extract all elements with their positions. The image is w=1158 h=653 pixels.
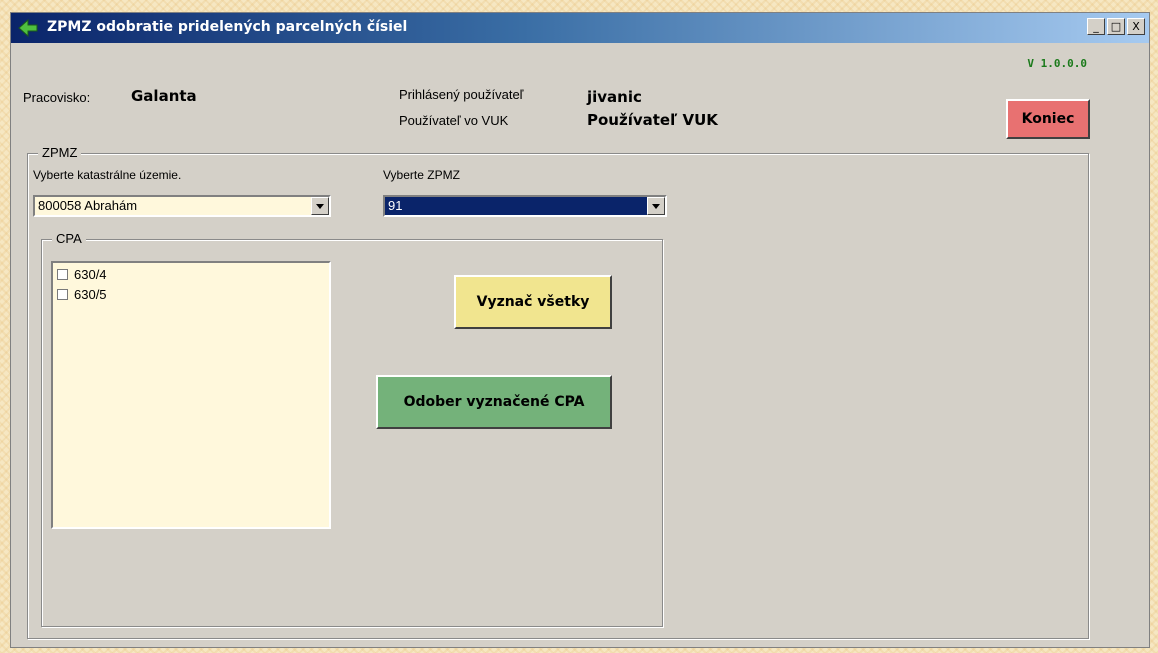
window-title: ZPMZ odobratie pridelených parcelných čí…	[47, 19, 408, 35]
checkbox[interactable]	[57, 289, 68, 300]
zpmz-group-title: ZPMZ	[38, 145, 82, 160]
vuk-user-label: Používateľ vo VUK	[399, 113, 509, 128]
app-arrow-icon	[18, 18, 38, 38]
logged-user-label: Prihlásený používateľ	[399, 87, 524, 102]
maximize-button[interactable]: □	[1107, 18, 1125, 35]
select-all-button[interactable]: Vyznač všetky	[454, 275, 612, 329]
cadastral-select[interactable]: 800058 Abrahám	[33, 195, 331, 217]
chevron-down-icon[interactable]	[647, 197, 665, 215]
chevron-down-icon[interactable]	[311, 197, 329, 215]
cadastral-selected-value: 800058 Abrahám	[38, 198, 138, 213]
zpmz-label: Vyberte ZPMZ	[383, 168, 460, 182]
main-window: ZPMZ odobratie pridelených parcelných čí…	[10, 12, 1150, 648]
cpa-group-title: CPA	[52, 231, 86, 246]
version-label: V 1.0.0.0	[1027, 57, 1087, 70]
minimize-button[interactable]: _	[1087, 18, 1105, 35]
logged-user-value: jivanic	[587, 88, 642, 106]
cadastral-label: Vyberte katastrálne územie.	[33, 168, 182, 182]
list-item[interactable]: 630/5	[53, 286, 329, 303]
remove-selected-cpa-button[interactable]: Odober vyznačené CPA	[376, 375, 612, 429]
window-controls: _ □ X	[1087, 18, 1145, 35]
list-item[interactable]: 630/4	[53, 266, 329, 283]
close-button[interactable]: X	[1127, 18, 1145, 35]
cpa-checklist[interactable]: 630/4 630/5	[51, 261, 331, 529]
zpmz-selected-value: 91	[388, 198, 403, 213]
vuk-user-value: Používateľ VUK	[587, 111, 718, 129]
workplace-value: Galanta	[131, 87, 197, 105]
list-item-label: 630/5	[74, 287, 107, 302]
workplace-label: Pracovisko:	[23, 90, 91, 105]
list-item-label: 630/4	[74, 267, 107, 282]
title-bar[interactable]: ZPMZ odobratie pridelených parcelných čí…	[11, 13, 1149, 43]
zpmz-select[interactable]: 91	[383, 195, 667, 217]
exit-button[interactable]: Koniec	[1006, 99, 1090, 139]
checkbox[interactable]	[57, 269, 68, 280]
